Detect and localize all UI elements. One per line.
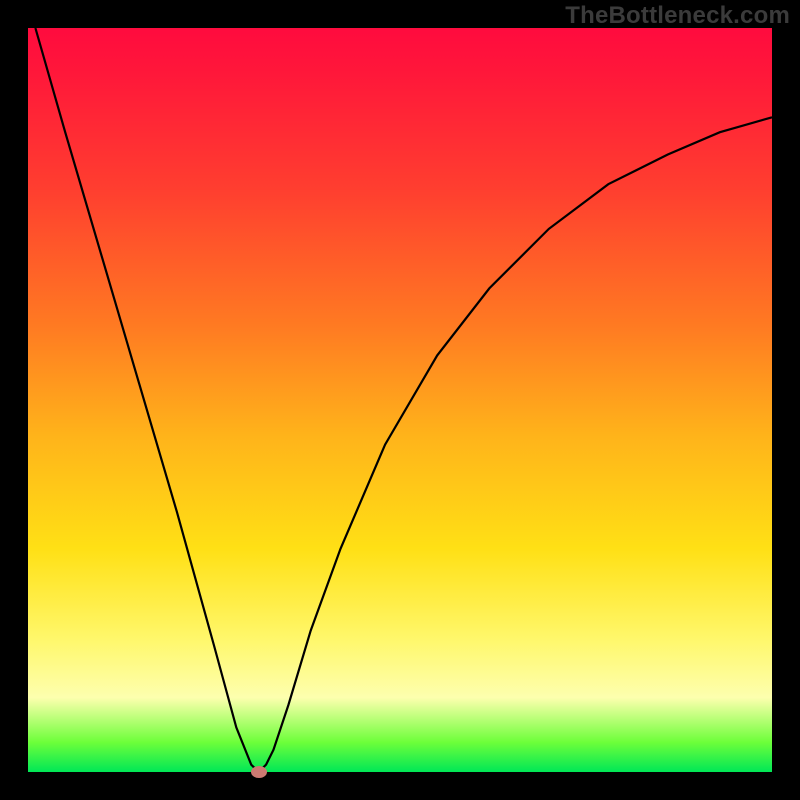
curve-path	[35, 28, 772, 772]
chart-frame: TheBottleneck.com	[0, 0, 800, 800]
watermark-text: TheBottleneck.com	[565, 2, 790, 30]
bottleneck-curve	[28, 28, 772, 772]
plot-area	[28, 28, 772, 772]
min-point-marker	[251, 766, 267, 778]
